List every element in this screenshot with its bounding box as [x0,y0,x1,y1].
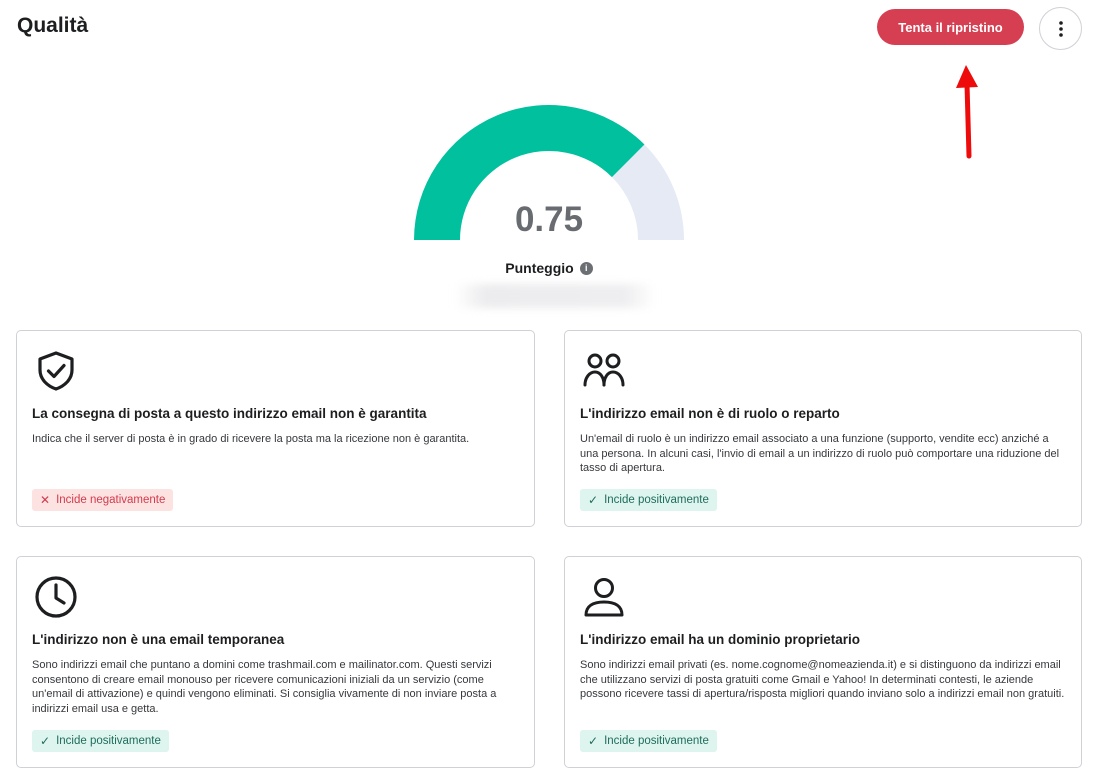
check-icon: ✓ [588,493,599,507]
card-title: L'indirizzo non è una email temporanea [32,632,285,647]
badge-label: Incide positivamente [604,735,709,747]
card-title: L'indirizzo email ha un dominio propriet… [580,632,860,647]
check-icon: ✓ [40,734,51,748]
clock-icon [35,576,77,618]
card-text: Sono indirizzi email privati (es. nome.c… [580,659,1065,700]
check-icon: ✓ [588,734,599,748]
close-icon: ✕ [40,493,51,507]
score-label-row: Punteggio i [449,260,649,276]
card-domain: L'indirizzo email ha un dominio propriet… [564,556,1082,768]
impact-badge-positive: ✓ Incide positivamente [580,730,717,752]
card-temporary: L'indirizzo non è una email temporanea S… [16,556,535,768]
info-icon[interactable]: i [579,261,593,275]
card-text: Sono indirizzi email che puntano a domin… [32,659,497,715]
card-text: Indica che il server di posta è in grado… [32,433,470,445]
card-title: La consegna di posta a questo indirizzo … [32,406,427,421]
badge-label: Incide positivamente [604,494,709,506]
impact-badge-positive: ✓ Incide positivamente [32,730,169,752]
score-value: 0.75 [514,200,584,239]
badge-label: Incide positivamente [56,735,161,747]
impact-badge-positive: ✓ Incide positivamente [580,489,717,511]
shield-check-icon [38,351,74,391]
badge-label: Incide negativamente [56,494,166,506]
card-role: L'indirizzo email non è di ruolo o repar… [564,330,1082,527]
users-icon [583,353,625,387]
score-label: Punteggio [505,260,574,276]
card-title: L'indirizzo email non è di ruolo o repar… [580,406,840,421]
user-icon [584,578,624,617]
card-delivery: La consegna di posta a questo indirizzo … [16,330,535,527]
impact-badge-negative: ✕ Incide negativamente [32,489,174,511]
card-text: Un'email di ruolo è un indirizzo email a… [580,433,1060,474]
blurred-content [455,284,655,308]
